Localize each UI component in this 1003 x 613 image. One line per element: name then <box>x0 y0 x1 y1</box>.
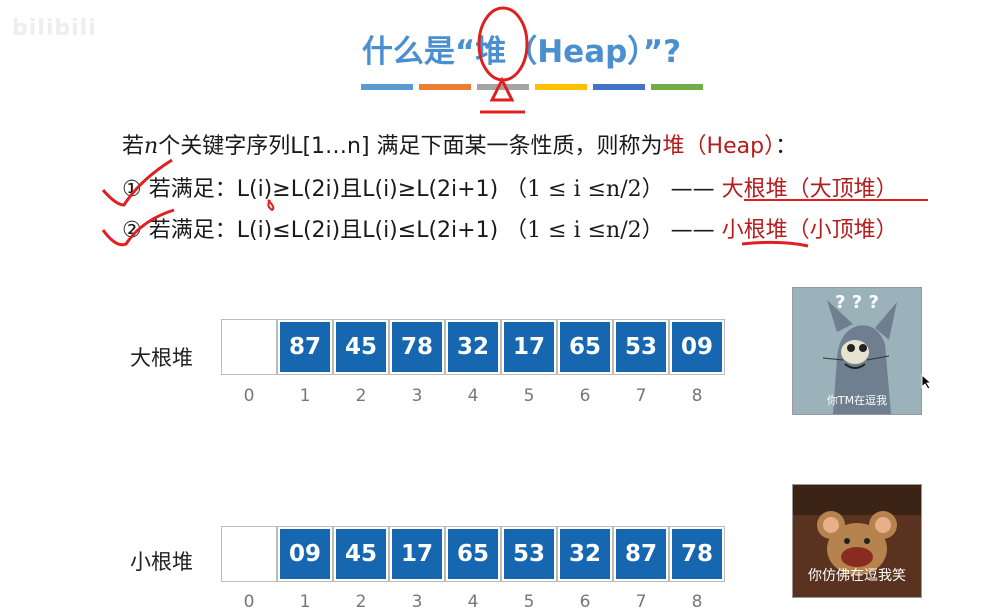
index-label: 8 <box>691 386 703 406</box>
rule1-condition: 若满足：L(i)≥L(2i)且L(i)≥L(2i+1) <box>141 177 506 202</box>
index-label: 4 <box>467 592 479 612</box>
slide-title: 什么是“堆（Heap）”? <box>0 26 1003 71</box>
cell-value: 09 <box>672 322 722 372</box>
color-bar-2 <box>419 84 471 90</box>
cell-value: 45 <box>336 322 386 372</box>
index-label: 8 <box>691 592 703 612</box>
cell-value: 87 <box>280 322 330 372</box>
cell-value: 32 <box>448 322 498 372</box>
cell-value: 78 <box>672 529 722 579</box>
min-heap-indices: 0 1 2 3 4 5 6 7 8 <box>221 592 725 612</box>
definition-n: n <box>144 134 159 159</box>
cell-value: 53 <box>504 529 554 579</box>
title-prefix: 什么是“ <box>361 34 476 70</box>
index-label: 1 <box>299 592 311 612</box>
array-cell: 45 <box>333 319 389 375</box>
index-label: 3 <box>411 386 423 406</box>
index-label: 3 <box>411 592 423 612</box>
cell-value: 65 <box>560 322 610 372</box>
definition-line: 若n个关键字序列L[1…n] 满足下面某一条性质，则称为堆（Heap）： <box>122 128 797 160</box>
array-cell: 09 <box>669 319 725 375</box>
rule2-dash: —— <box>663 218 722 243</box>
color-bar-6 <box>651 84 703 90</box>
definition-part2: 个关键字序列L[1…n] 满足下面某一条性质，则称为 <box>158 134 663 159</box>
rule-min-heap: ② 若满足：L(i)≤L(2i)且L(i)≤L(2i+1) （1 ≤ i ≤n/… <box>122 212 898 244</box>
color-bar-5 <box>593 84 645 90</box>
rule2-range: （1 ≤ i ≤n/2） <box>505 218 664 243</box>
meme-jerry-caption: 你仿佛在逗我笑 <box>808 568 906 584</box>
index-label: 1 <box>299 386 311 406</box>
meme-tom-caption: 你TM在逗我 <box>826 394 888 407</box>
array-cell <box>221 526 277 582</box>
cell-value: 32 <box>560 529 610 579</box>
definition-colon: ： <box>775 134 798 159</box>
index-label: 2 <box>355 592 367 612</box>
meme-jerry-image: 你仿佛在逗我笑 <box>792 484 922 598</box>
array-cell: 09 <box>277 526 333 582</box>
cell-value: 87 <box>616 529 666 579</box>
array-cell: 32 <box>445 319 501 375</box>
color-bar-1 <box>361 84 413 90</box>
min-heap-array: 09 45 17 65 53 32 87 78 <box>221 526 725 582</box>
array-cell: 45 <box>333 526 389 582</box>
mouse-cursor-icon <box>921 374 933 390</box>
array-cell: 53 <box>501 526 557 582</box>
index-label: 2 <box>355 386 367 406</box>
array-cell: 78 <box>389 319 445 375</box>
meme-tom-image: ? ? ? 你TM在逗我 <box>792 287 922 415</box>
title-suffix: （Heap）”? <box>506 34 682 70</box>
array-cell <box>221 319 277 375</box>
index-label: 0 <box>243 592 255 612</box>
color-bar-4 <box>535 84 587 90</box>
rule1-dash: —— <box>663 177 722 202</box>
cell-value: 17 <box>392 529 442 579</box>
rule1-number: ① <box>122 177 142 202</box>
rule2-number: ② <box>122 218 142 243</box>
definition-part1: 若 <box>122 134 145 159</box>
cell-value: 45 <box>336 529 386 579</box>
index-label: 0 <box>243 386 255 406</box>
max-heap-array: 87 45 78 32 17 65 53 09 <box>221 319 725 375</box>
cell-value: 17 <box>504 322 554 372</box>
array-cell: 17 <box>501 319 557 375</box>
rule2-result: 小根堆（小顶堆） <box>721 218 898 243</box>
array-cell: 32 <box>557 526 613 582</box>
array-cell: 65 <box>557 319 613 375</box>
rule1-result: 大根堆（大顶堆） <box>721 177 898 202</box>
cell-value: 78 <box>392 322 442 372</box>
array-cell: 53 <box>613 319 669 375</box>
array-cell: 65 <box>445 526 501 582</box>
index-label: 7 <box>635 592 647 612</box>
array-cell: 87 <box>277 319 333 375</box>
rule-max-heap: ① 若满足：L(i)≥L(2i)且L(i)≥L(2i+1) （1 ≤ i ≤n/… <box>122 171 898 203</box>
cell-value: 65 <box>448 529 498 579</box>
rule2-condition: 若满足：L(i)≤L(2i)且L(i)≤L(2i+1) <box>141 218 506 243</box>
meme-question-marks: ? ? ? <box>835 292 879 313</box>
rule1-range: （1 ≤ i ≤n/2） <box>505 177 664 202</box>
cell-value: 53 <box>616 322 666 372</box>
array-cell: 78 <box>669 526 725 582</box>
title-key: 堆 <box>475 34 507 70</box>
index-label: 5 <box>523 386 535 406</box>
array-cell: 87 <box>613 526 669 582</box>
index-label: 4 <box>467 386 479 406</box>
index-label: 6 <box>579 386 591 406</box>
index-label: 6 <box>579 592 591 612</box>
cell-value: 09 <box>280 529 330 579</box>
color-bar-3 <box>477 84 529 90</box>
max-heap-indices: 0 1 2 3 4 5 6 7 8 <box>221 386 725 406</box>
index-label: 5 <box>523 592 535 612</box>
index-label: 7 <box>635 386 647 406</box>
definition-heap: 堆（Heap） <box>662 134 776 159</box>
array-cell: 17 <box>389 526 445 582</box>
min-heap-label: 小根堆 <box>130 550 193 574</box>
max-heap-label: 大根堆 <box>130 346 193 370</box>
